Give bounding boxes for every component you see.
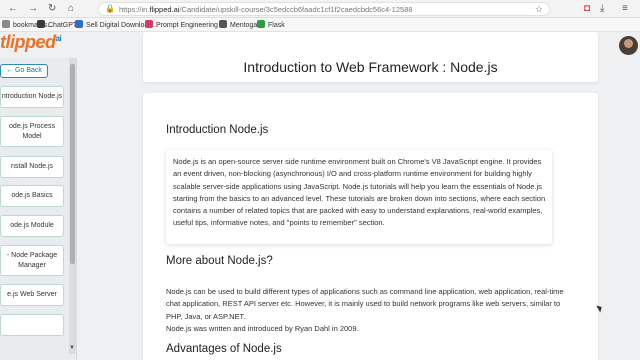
sidebar-item-process-model[interactable]: ode.js Process Model — [0, 116, 64, 147]
section-heading-more-about: More about Node.js? — [166, 255, 273, 267]
page: tlippedai ← Go Back ntroduction Node.js … — [0, 32, 640, 360]
flipped-logo[interactable]: tlippedai — [0, 32, 62, 53]
title-card: Introduction to Web Framework : Node.js — [143, 32, 598, 82]
bookmark-item[interactable]: Flask — [257, 20, 285, 31]
lesson-content: Introduction Node.js Node.js is an open-… — [143, 93, 598, 360]
bookmark-item[interactable]: Mentoga — [219, 20, 257, 31]
author-paragraph: Node.js was written and introduced by Ry… — [166, 323, 359, 333]
sidebar-item-package-manager[interactable]: - Node Package Manager — [0, 245, 64, 276]
forward-arrow-icon[interactable]: → — [28, 2, 38, 16]
section-heading-advantages: Advantages of Node.js — [166, 343, 282, 355]
bookmark-item[interactable]: Prompt Engineering f... — [145, 20, 228, 31]
download-icon[interactable]: ⤓ — [600, 2, 604, 16]
home-icon[interactable]: ⌂ — [68, 2, 74, 16]
sidebar-item-web-server[interactable]: e.js Web Server — [0, 284, 64, 306]
reload-icon[interactable]: ↻ — [48, 2, 56, 16]
intro-text: Node.js is an open-source server side ru… — [173, 157, 546, 228]
sidebar-item-module[interactable]: ode.js Module — [0, 215, 64, 237]
address-bar: ← → ↻ ⌂ 🔒 https://in.flipped.ai/Candidat… — [0, 0, 640, 18]
page-title: Introduction to Web Framework : Node.js — [243, 59, 498, 75]
sidebar-item-basics[interactable]: ode.js Basics — [0, 185, 64, 207]
user-avatar[interactable] — [619, 36, 638, 55]
sidebar-item-introduction[interactable]: ntroduction Node.js — [0, 86, 64, 108]
scrollbar-thumb[interactable] — [70, 64, 75, 264]
sell-digital-icon — [75, 20, 83, 28]
bookmark-star-icon[interactable]: ☆ — [535, 3, 543, 15]
sidebar-item-next[interactable] — [0, 314, 64, 336]
url-field[interactable]: 🔒 https://in.flipped.ai/Candidate/upskil… — [98, 2, 550, 16]
more-about-paragraph: Node.js can be used to build different t… — [166, 287, 564, 321]
menu-icon[interactable]: ≡ — [622, 2, 628, 16]
bookmarks-bar: bookmarks... ChatGPT3 Sell Digital Downl… — [0, 18, 640, 32]
go-back-button[interactable]: ← Go Back — [0, 64, 48, 78]
more-about-text: Node.js can be used to build different t… — [166, 286, 566, 335]
back-arrow-icon[interactable]: ← — [8, 2, 18, 16]
mentoga-icon — [219, 20, 227, 28]
chatgpt-icon — [37, 20, 45, 28]
url-text: https://in.flipped.ai/Candidate/upskill-… — [119, 5, 413, 14]
flask-icon — [257, 20, 265, 28]
folder-icon — [2, 20, 10, 28]
prompt-engineering-icon — [145, 20, 153, 28]
course-sidebar: ← Go Back ntroduction Node.js ode.js Pro… — [0, 58, 77, 360]
scroll-down-icon[interactable]: ▼ — [69, 345, 75, 351]
intro-highlight-box: Node.js is an open-source server side ru… — [166, 150, 552, 244]
lock-icon: 🔒 — [105, 4, 115, 13]
pocket-icon[interactable]: ◘ — [584, 2, 590, 16]
section-heading-introduction: Introduction Node.js — [166, 124, 269, 136]
sidebar-scrollbar[interactable] — [69, 58, 76, 354]
sidebar-item-install[interactable]: nstall Node.js — [0, 156, 64, 178]
